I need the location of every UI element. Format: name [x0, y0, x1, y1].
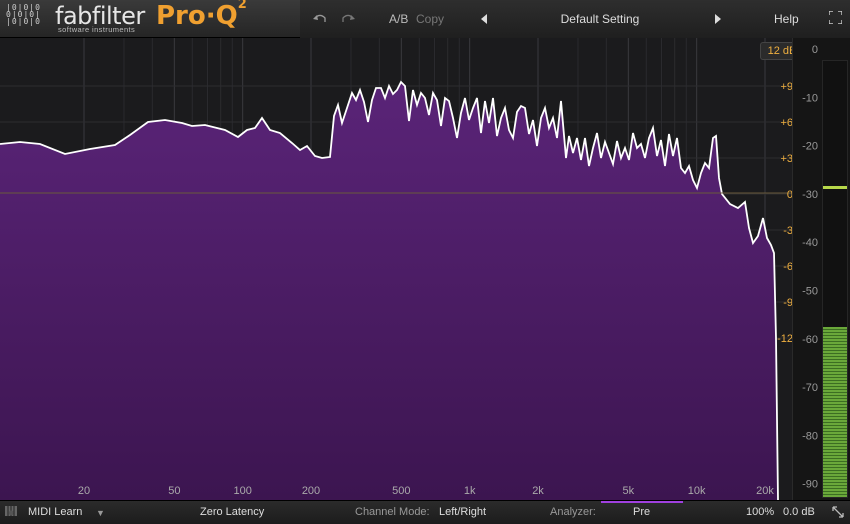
freq-label: 50 [168, 485, 180, 497]
freq-label: 1k [464, 485, 476, 497]
freq-label: 2k [532, 485, 544, 497]
eq-scale-label: -6 [783, 261, 792, 273]
spectrum-graph[interactable]: +9+6+30-3-6-9-1220 50 100 200 500 1k 2k 5k 10k 20… [0, 38, 792, 500]
analyzer-mode-value[interactable]: Pre [633, 506, 650, 518]
channel-mode-label: Channel Mode: [355, 506, 430, 518]
freq-label: 200 [302, 485, 320, 497]
eq-scale-label: -3 [783, 225, 792, 237]
product-name: Pro·Q2 [156, 0, 247, 31]
ab-button[interactable]: A/B [389, 12, 408, 26]
eq-scale-label: +9 [780, 81, 792, 93]
eq-scale-label: -12 [777, 333, 792, 345]
redo-icon[interactable] [341, 13, 355, 25]
midi-dot-icon: ● [8, 507, 15, 519]
freq-label: 20 [78, 485, 90, 497]
resize-icon[interactable] [832, 506, 844, 518]
midi-learn-button[interactable]: MIDI Learn [28, 506, 82, 518]
eq-scale-label: +3 [780, 153, 792, 165]
undo-icon[interactable] [313, 13, 327, 25]
freq-label: 10k [688, 485, 706, 497]
preset-prev-icon[interactable] [481, 14, 488, 24]
freq-label: 500 [392, 485, 410, 497]
fullscreen-icon[interactable] [829, 11, 842, 24]
channel-mode-value[interactable]: Left/Right [439, 506, 486, 518]
eq-scale-label: -9 [783, 297, 792, 309]
freq-label: 20k [756, 485, 774, 497]
output-meter-peak [823, 186, 847, 190]
brand-subtitle: software instruments [58, 25, 136, 34]
spectrum-display[interactable]: +9 +6 +3 0 -3 -6 -9 -12 20 50 100 200 500 1k 2k 5k 10k 20… [0, 38, 792, 500]
analyzer-active-indicator [601, 501, 683, 503]
output-meter-level [823, 327, 847, 497]
preset-name[interactable]: Default Setting [500, 12, 700, 26]
output-gain-value[interactable]: 0.0 dB [783, 506, 815, 518]
analyzer-label: Analyzer: [550, 506, 596, 518]
freq-label: 100 [233, 485, 251, 497]
midi-dropdown-icon[interactable]: ▼ [96, 508, 105, 518]
eq-scale-label: +6 [780, 117, 792, 129]
zoom-value[interactable]: 100% [746, 506, 774, 518]
preset-next-icon[interactable] [715, 14, 722, 24]
product-title: Pro·Q [156, 1, 238, 31]
latency-button[interactable]: Zero Latency [200, 506, 264, 518]
footer: ● MIDI Learn ▼ Zero Latency Channel Mode… [0, 500, 850, 524]
help-button[interactable]: Help [774, 12, 799, 26]
fabfilter-logo-icon: |0|0|0 0|0|0| |0|0|0 [6, 3, 41, 26]
freq-label: 5k [623, 485, 635, 497]
copy-button[interactable]: Copy [416, 12, 444, 26]
product-version: 2 [237, 0, 247, 13]
